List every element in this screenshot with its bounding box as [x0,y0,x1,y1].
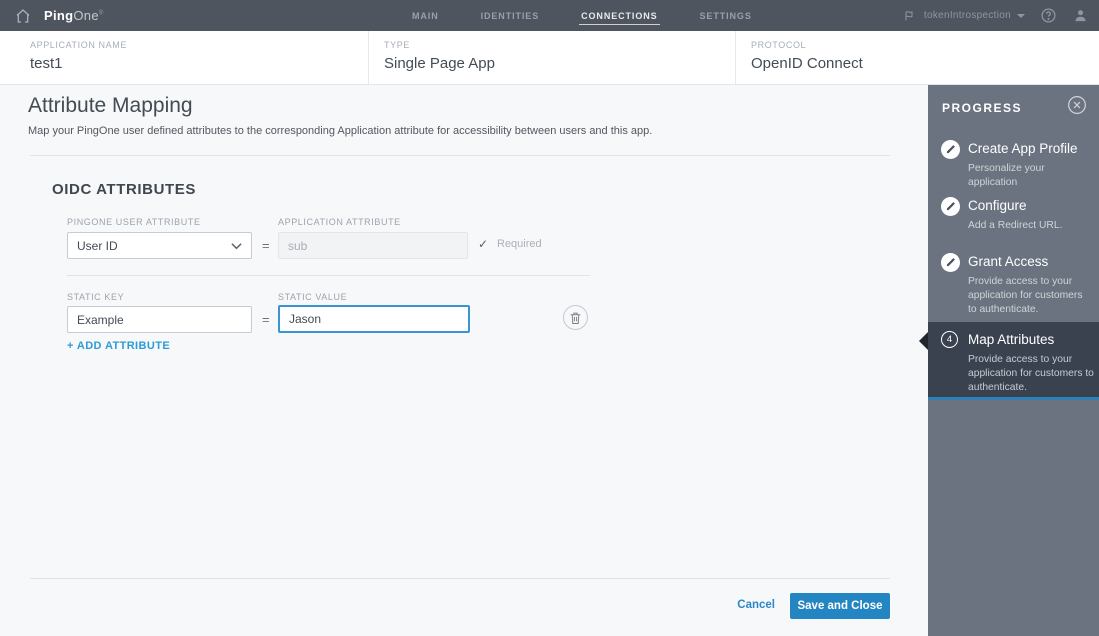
nav-connections[interactable]: CONNECTIONS [579,1,660,31]
progress-header: PROGRESS [928,85,1099,129]
nav-main[interactable]: MAIN [410,1,441,31]
divider [30,155,890,156]
pingone-user-attribute-select[interactable]: User ID [67,232,252,259]
brand-ping: Ping [44,8,74,23]
nav-identities[interactable]: IDENTITIES [479,1,542,31]
required-check-icon: ✓ [478,237,489,251]
chevron-down-icon [231,242,242,250]
application-attribute-label: APPLICATION ATTRIBUTE [278,217,401,227]
save-and-close-button[interactable]: Save and Close [790,593,890,619]
environment-switcher[interactable]: tokenIntrospection [900,7,1025,25]
equals-sign: = [262,238,270,253]
help-icon[interactable] [1039,7,1057,25]
application-protocol-value: OpenID Connect [751,55,863,72]
pingone-admin-app: PingOne® MAIN IDENTITIES CONNECTIONS SET… [0,0,1099,636]
brand-trademark: ® [98,10,104,17]
equals-sign: = [262,312,270,327]
application-name-field: APPLICATION NAME test1 [0,31,368,84]
progress-title: PROGRESS [942,101,1023,115]
step-description: Provide access to your application for c… [968,276,1083,315]
active-step-pointer [919,332,928,350]
oidc-attributes-heading: OIDC ATTRIBUTES [52,181,196,198]
primary-nav: MAIN IDENTITIES CONNECTIONS SETTINGS [410,0,754,31]
topbar-left: PingOne® [0,5,104,27]
environment-name: tokenIntrospection [923,10,1011,21]
page-subtitle: Map your PingOne user defined attributes… [28,125,653,137]
application-name-value: test1 [30,55,63,72]
attribute-mapping-page: Attribute Mapping Map your PingOne user … [0,85,928,636]
step-title: Grant Access [968,254,1049,269]
application-protocol-label: PROTOCOL [751,40,807,50]
application-type-label: TYPE [384,40,410,50]
required-label: Required [497,238,542,250]
progress-panel: PROGRESS Create App Profile Personalize … [919,85,1099,636]
step-description: Add a Redirect URL. [968,220,1063,231]
step-title: Configure [968,198,1027,213]
delete-attribute-button[interactable] [563,305,588,330]
step-description: Personalize your application [968,163,1045,188]
application-protocol-field: PROTOCOL OpenID Connect [735,31,1099,84]
divider [67,275,590,276]
close-icon[interactable] [1067,95,1087,115]
step-title: Map Attributes [968,332,1055,347]
step-complete-pencil-icon [941,197,960,216]
cancel-button[interactable]: Cancel [737,599,775,611]
progress-step-map-attributes[interactable]: 4 Map Attributes Provide access to your … [919,322,1099,400]
brand-one: One [73,8,99,23]
static-key-input[interactable] [67,306,252,333]
step-complete-pencil-icon [941,253,960,272]
environment-icon [900,7,918,25]
application-attribute-input [278,232,468,259]
pingone-user-attribute-label: PINGONE USER ATTRIBUTE [67,217,201,227]
static-key-label: STATIC KEY [67,292,125,302]
page-title: Attribute Mapping [28,94,193,117]
chevron-down-icon [1017,13,1025,18]
home-icon[interactable] [12,5,34,27]
nav-settings[interactable]: SETTINGS [698,1,754,31]
trash-icon [570,312,581,324]
step-title: Create App Profile [968,141,1078,156]
static-value-input[interactable] [278,305,470,333]
application-name-label: APPLICATION NAME [30,40,127,50]
divider [30,578,890,579]
topbar-right: tokenIntrospection [900,0,1089,31]
add-attribute-link[interactable]: + ADD ATTRIBUTE [67,340,170,352]
selected-attribute-value: User ID [77,238,118,253]
static-value-label: STATIC VALUE [278,292,348,302]
step-description: Provide access to your application for c… [968,354,1094,393]
application-header: APPLICATION NAME test1 TYPE Single Page … [0,31,1099,85]
application-type-value: Single Page App [384,55,495,72]
top-navigation-bar: PingOne® MAIN IDENTITIES CONNECTIONS SET… [0,0,1099,31]
application-type-field: TYPE Single Page App [368,31,735,84]
account-icon[interactable] [1071,7,1089,25]
pingone-logo[interactable]: PingOne® [44,8,104,23]
step-complete-pencil-icon [941,140,960,159]
step-number-badge: 4 [941,331,958,348]
